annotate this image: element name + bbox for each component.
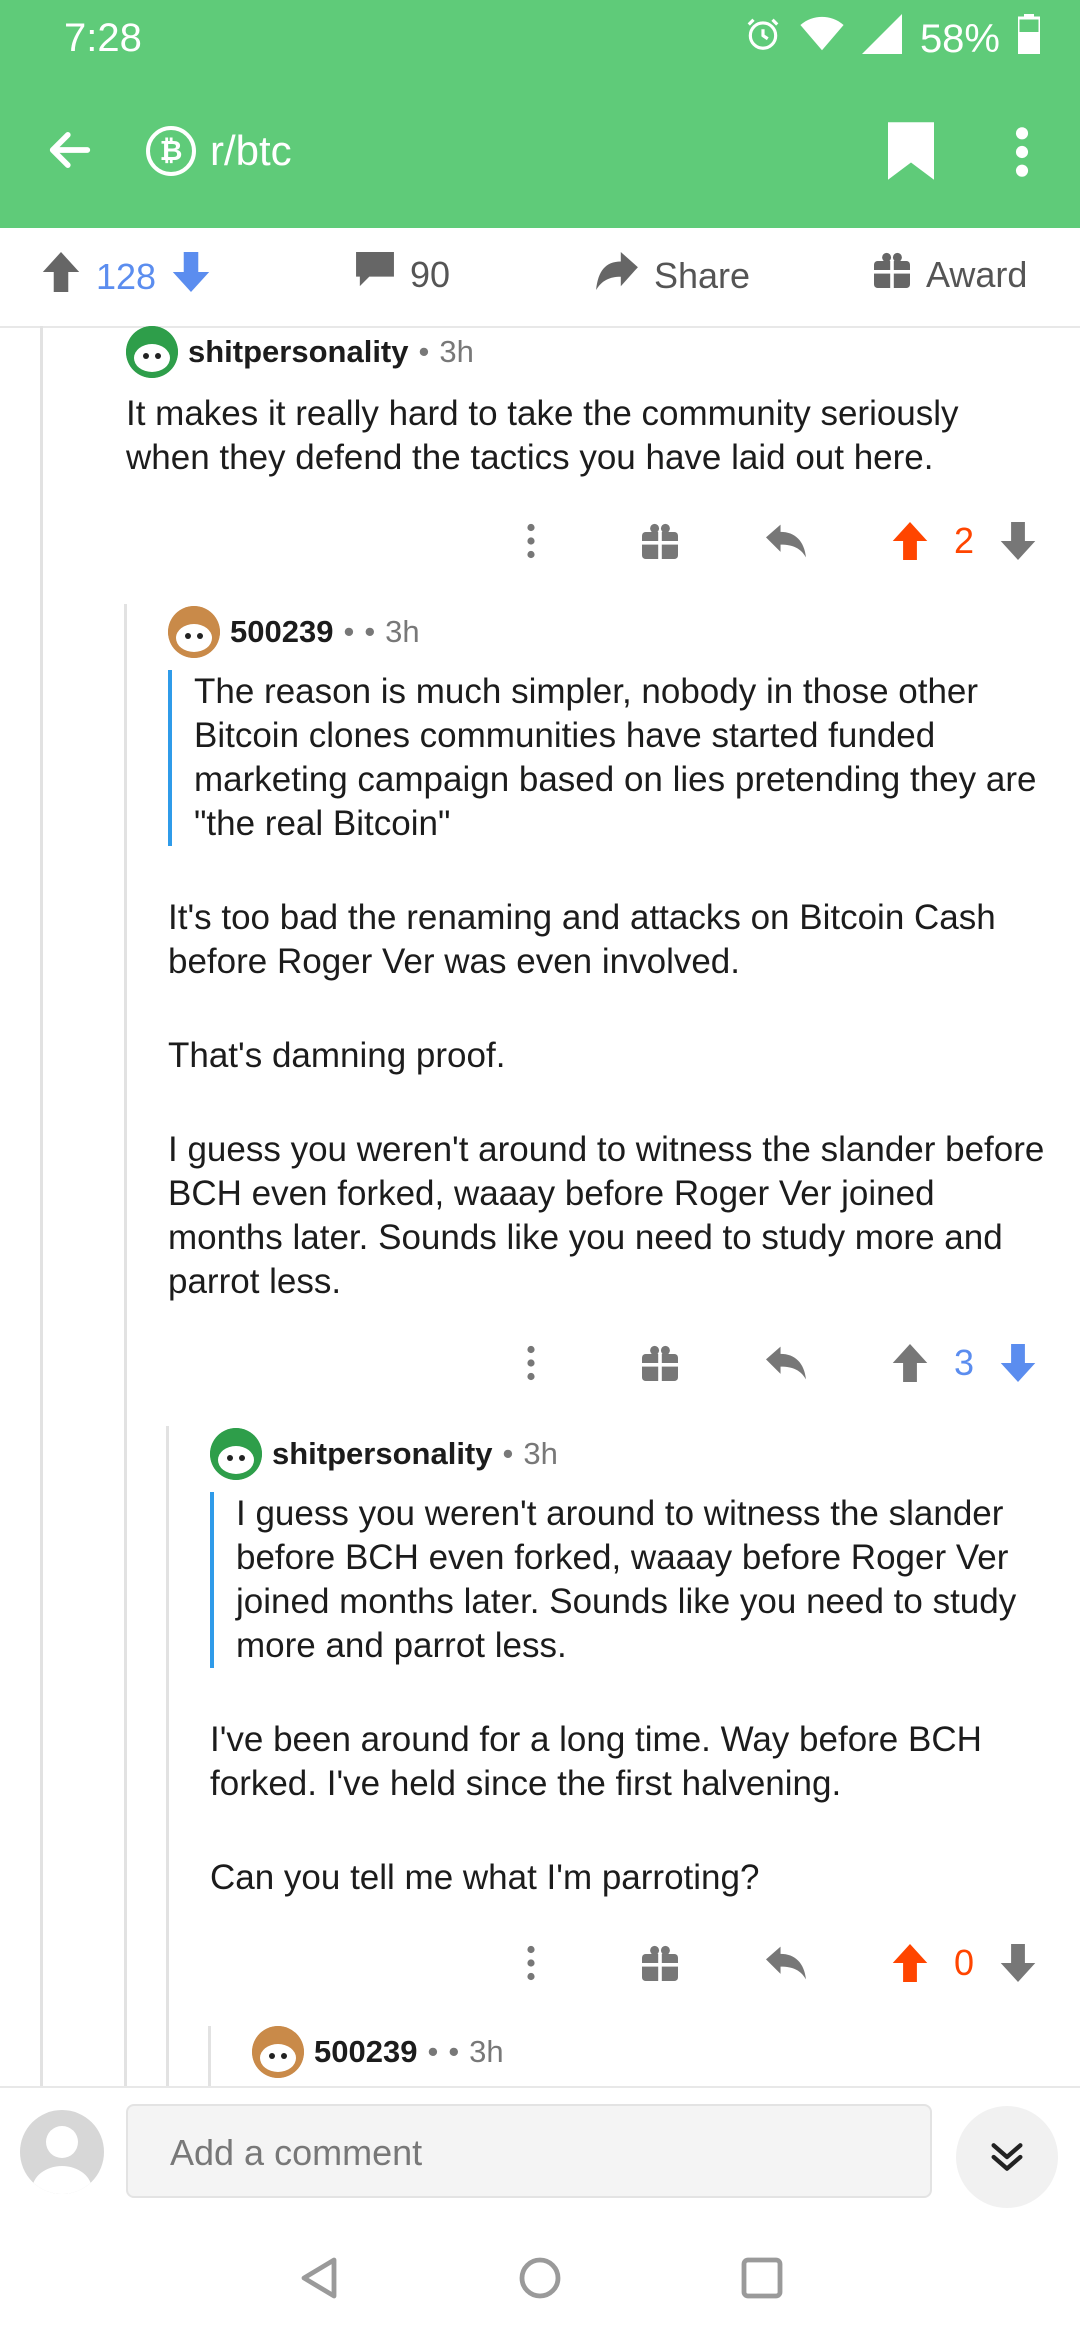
award-icon[interactable] — [642, 1945, 678, 1981]
subreddit-header[interactable]: ₿ r/btc — [146, 126, 292, 176]
user-avatar[interactable] — [20, 2110, 104, 2194]
double-chevron-down-icon — [991, 2143, 1023, 2171]
comment-age: 3h — [439, 334, 474, 369]
award-label: Award — [926, 253, 1028, 295]
comment-meta: 500239 • • 3h — [168, 606, 1048, 658]
reply-icon[interactable] — [766, 1346, 806, 1380]
comment-body: The reason is much simpler, nobody in th… — [168, 670, 1048, 1304]
comments-count: 90 — [410, 253, 451, 295]
avatar[interactable] — [210, 1428, 262, 1480]
battery-icon — [1016, 14, 1042, 64]
status-bar: 7:28 58% — [0, 0, 1080, 80]
meta-separator: • — [364, 614, 376, 649]
post-vote-group: 128 — [42, 252, 210, 301]
reply-icon[interactable] — [766, 524, 806, 558]
comment-meta: 500239 • • 3h — [252, 2026, 1052, 2078]
award-icon[interactable] — [642, 1345, 678, 1381]
battery-level: 58% — [919, 16, 1000, 61]
more-options-icon[interactable] — [526, 1345, 536, 1381]
comment-author[interactable]: shitpersonality — [272, 1436, 493, 1472]
comment-body: I guess you weren't around to witness th… — [210, 1492, 1060, 1900]
upvote-icon[interactable] — [892, 1344, 928, 1382]
reply-icon[interactable] — [766, 1946, 806, 1980]
downvote-icon[interactable] — [1000, 1944, 1036, 1982]
quote-block: The reason is much simpler, nobody in th… — [168, 670, 1048, 846]
signal-icon — [861, 14, 902, 64]
gift-icon — [874, 252, 910, 297]
subreddit-name: r/btc — [210, 127, 292, 174]
meta-separator: • — [427, 2034, 439, 2069]
comment-body: It makes it really hard to take the comm… — [126, 392, 1046, 480]
comment-paragraph: I guess you weren't around to witness th… — [168, 1130, 1045, 1301]
upvote-icon[interactable] — [892, 1944, 928, 1982]
more-options-icon[interactable] — [526, 523, 536, 559]
wifi-icon — [800, 16, 844, 62]
meta-separator: • — [448, 2034, 460, 2069]
avatar[interactable] — [168, 606, 220, 658]
comment-actions: 3 — [0, 1328, 1080, 1398]
app-bar: ₿ r/btc — [0, 80, 1080, 228]
comment-age: 3h — [469, 2034, 504, 2069]
thread-line — [208, 2026, 211, 2086]
comment-paragraph: I've been around for a long time. Way be… — [210, 1720, 982, 1803]
share-button[interactable]: Share — [596, 252, 750, 299]
comment-icon — [356, 252, 394, 297]
back-arrow-icon[interactable] — [44, 124, 96, 181]
quote-block: I guess you weren't around to witness th… — [210, 1492, 1060, 1668]
comment-actions: 0 — [0, 1928, 1080, 1998]
comment-meta: shitpersonality • 3h — [126, 326, 1046, 378]
jump-to-next-comment-button[interactable] — [956, 2106, 1058, 2208]
bitcoin-icon: ₿ — [146, 126, 196, 176]
downvote-icon[interactable] — [1000, 522, 1036, 560]
comment: 500239 • • 3h — [252, 2026, 1052, 2078]
meta-separator: • — [343, 614, 355, 649]
thread-line — [40, 326, 43, 2086]
comment-composer: Add a comment — [0, 2086, 1080, 2218]
upvote-icon[interactable] — [42, 252, 80, 301]
add-comment-input[interactable]: Add a comment — [126, 2104, 932, 2198]
recents-square-icon[interactable] — [740, 2256, 784, 2305]
avatar[interactable] — [126, 326, 178, 378]
share-label: Share — [654, 254, 751, 296]
system-nav-bar — [0, 2216, 1080, 2340]
avatar[interactable] — [252, 2026, 304, 2078]
comment-author[interactable]: 500239 — [314, 2034, 417, 2070]
comment-paragraph: That's damning proof. — [168, 1036, 506, 1075]
bookmark-icon[interactable] — [888, 122, 934, 185]
comment-paragraph: It's too bad the renaming and attacks on… — [168, 898, 996, 981]
upvote-icon[interactable] — [892, 522, 928, 560]
comment-score: 2 — [954, 520, 975, 561]
meta-separator: • — [502, 1436, 514, 1471]
comment: shitpersonality • 3h I guess you weren't… — [210, 1428, 1060, 1950]
alarm-icon — [744, 15, 782, 63]
home-circle-icon[interactable] — [518, 2256, 562, 2305]
comment-thread: shitpersonality • 3h It makes it really … — [0, 326, 1080, 2086]
comment-age: 3h — [523, 1436, 558, 1471]
comment-author[interactable]: shitpersonality — [188, 334, 409, 370]
meta-separator: • — [418, 334, 430, 369]
award-icon[interactable] — [642, 523, 678, 559]
comment-score: 0 — [954, 1942, 975, 1983]
comment-score: 3 — [954, 1342, 975, 1383]
downvote-icon[interactable] — [1000, 1344, 1036, 1382]
comment-paragraph: It makes it really hard to take the comm… — [126, 394, 959, 477]
comment-meta: shitpersonality • 3h — [210, 1428, 1060, 1480]
comment-age: 3h — [385, 614, 420, 649]
more-options-icon[interactable] — [526, 1945, 536, 1981]
comment-actions: 2 — [0, 506, 1080, 576]
status-time: 7:28 — [64, 16, 142, 60]
comment: shitpersonality • 3h It makes it really … — [126, 326, 1046, 530]
comment: 500239 • • 3h The reason is much simpler… — [168, 606, 1048, 1354]
post-score: 128 — [96, 255, 157, 297]
comment-author[interactable]: 500239 — [230, 614, 333, 650]
post-action-bar: 128 90 Share Award — [0, 228, 1080, 328]
overflow-menu-icon[interactable] — [1010, 124, 1034, 185]
comment-paragraph: Can you tell me what I'm parroting? — [210, 1858, 760, 1897]
share-icon — [596, 252, 638, 299]
award-button[interactable]: Award — [874, 252, 1027, 297]
comments-count-button[interactable]: 90 — [356, 252, 450, 297]
back-triangle-icon[interactable] — [298, 2256, 342, 2305]
downvote-icon[interactable] — [172, 252, 210, 301]
